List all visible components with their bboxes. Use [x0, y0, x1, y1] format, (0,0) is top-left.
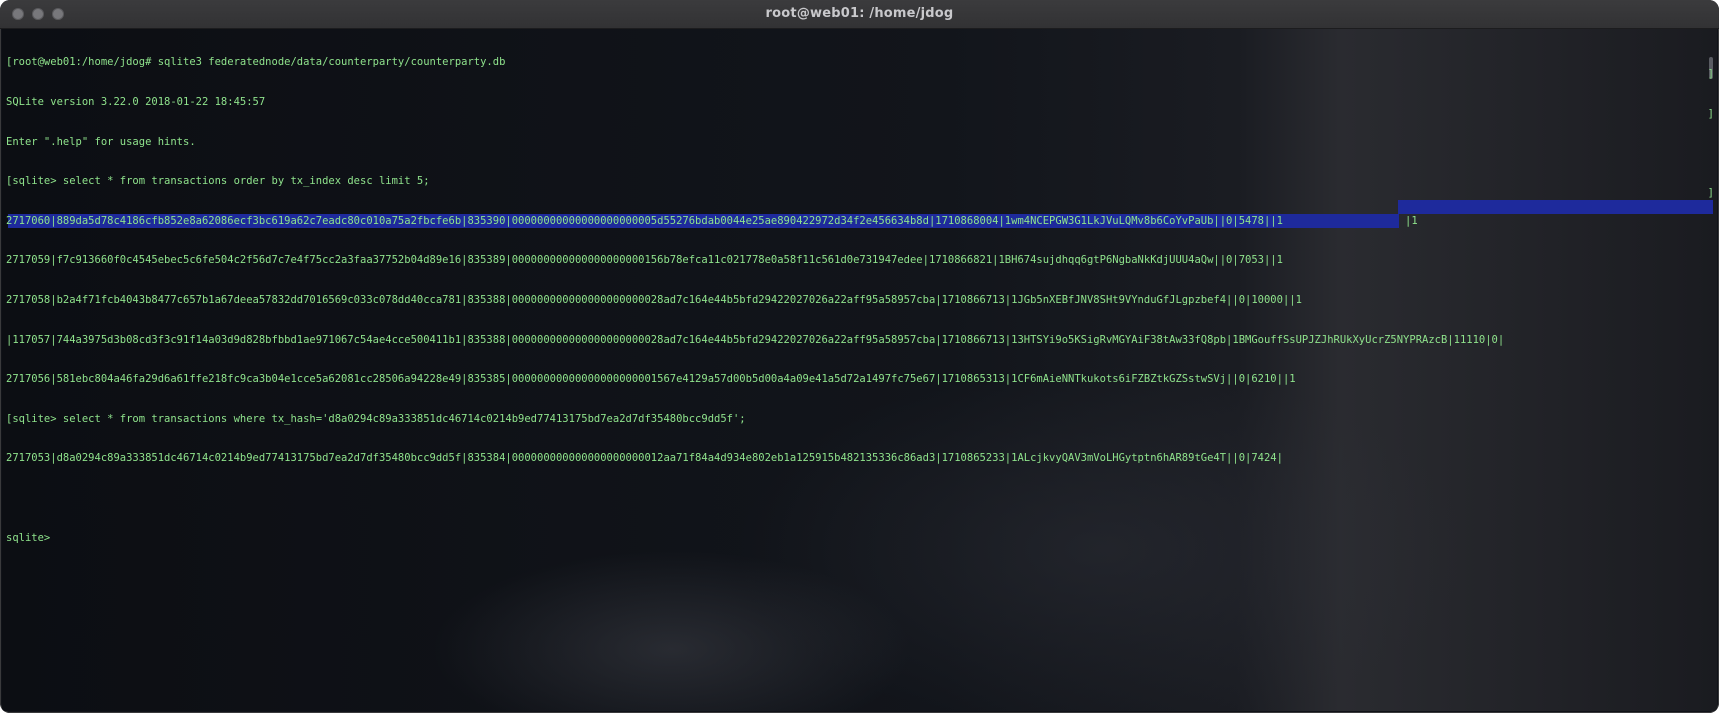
terminal-prompt: sqlite> — [6, 531, 51, 544]
terminal-window: root@web01: /home/jdog [root@web01:/home… — [0, 0, 1719, 713]
terminal-output: [root@web01:/home/jdog# sqlite3 federate… — [6, 30, 1504, 571]
terminal-line: 2717056|581ebc804a46fa29d6a61ffe218fc9ca… — [6, 373, 1296, 386]
line-marker: ] — [1707, 187, 1714, 199]
terminal-line: 2717058|b2a4f71fcb4043b8477c657b1a67deea… — [6, 293, 1302, 306]
terminal-line: 2717059|f7c913660f0c4545ebec5c6fe504c2f5… — [6, 254, 1283, 267]
terminal-line-tail: |1 — [1405, 215, 1418, 227]
terminal-line: SQLite version 3.22.0 2018-01-22 18:45:5… — [6, 96, 266, 108]
terminal-line: 2717053|d8a0294c89a333851dc46714c0214b9e… — [6, 452, 1283, 465]
line-marker: ] — [1707, 68, 1714, 80]
window-title: root@web01: /home/jdog — [765, 6, 954, 21]
title-bar[interactable]: root@web01: /home/jdog — [0, 0, 1719, 29]
terminal-line: [sqlite> select * from transactions orde… — [6, 175, 430, 188]
terminal-line: [sqlite> select * from transactions wher… — [6, 412, 746, 425]
line-marker: ] — [1707, 108, 1714, 120]
terminal-line: [root@web01:/home/jdog# sqlite3 federate… — [6, 56, 506, 69]
terminal-line: Enter ".help" for usage hints. — [6, 135, 196, 148]
terminal-line: |117057|744a3975d3b08cd3f3c91f14a03d9d82… — [6, 333, 1505, 346]
terminal-line: 2717060|889da5d78c4186cfb852e8a62086ecf3… — [6, 214, 1283, 227]
terminal-content[interactable]: [root@web01:/home/jdog# sqlite3 federate… — [2, 29, 1717, 711]
